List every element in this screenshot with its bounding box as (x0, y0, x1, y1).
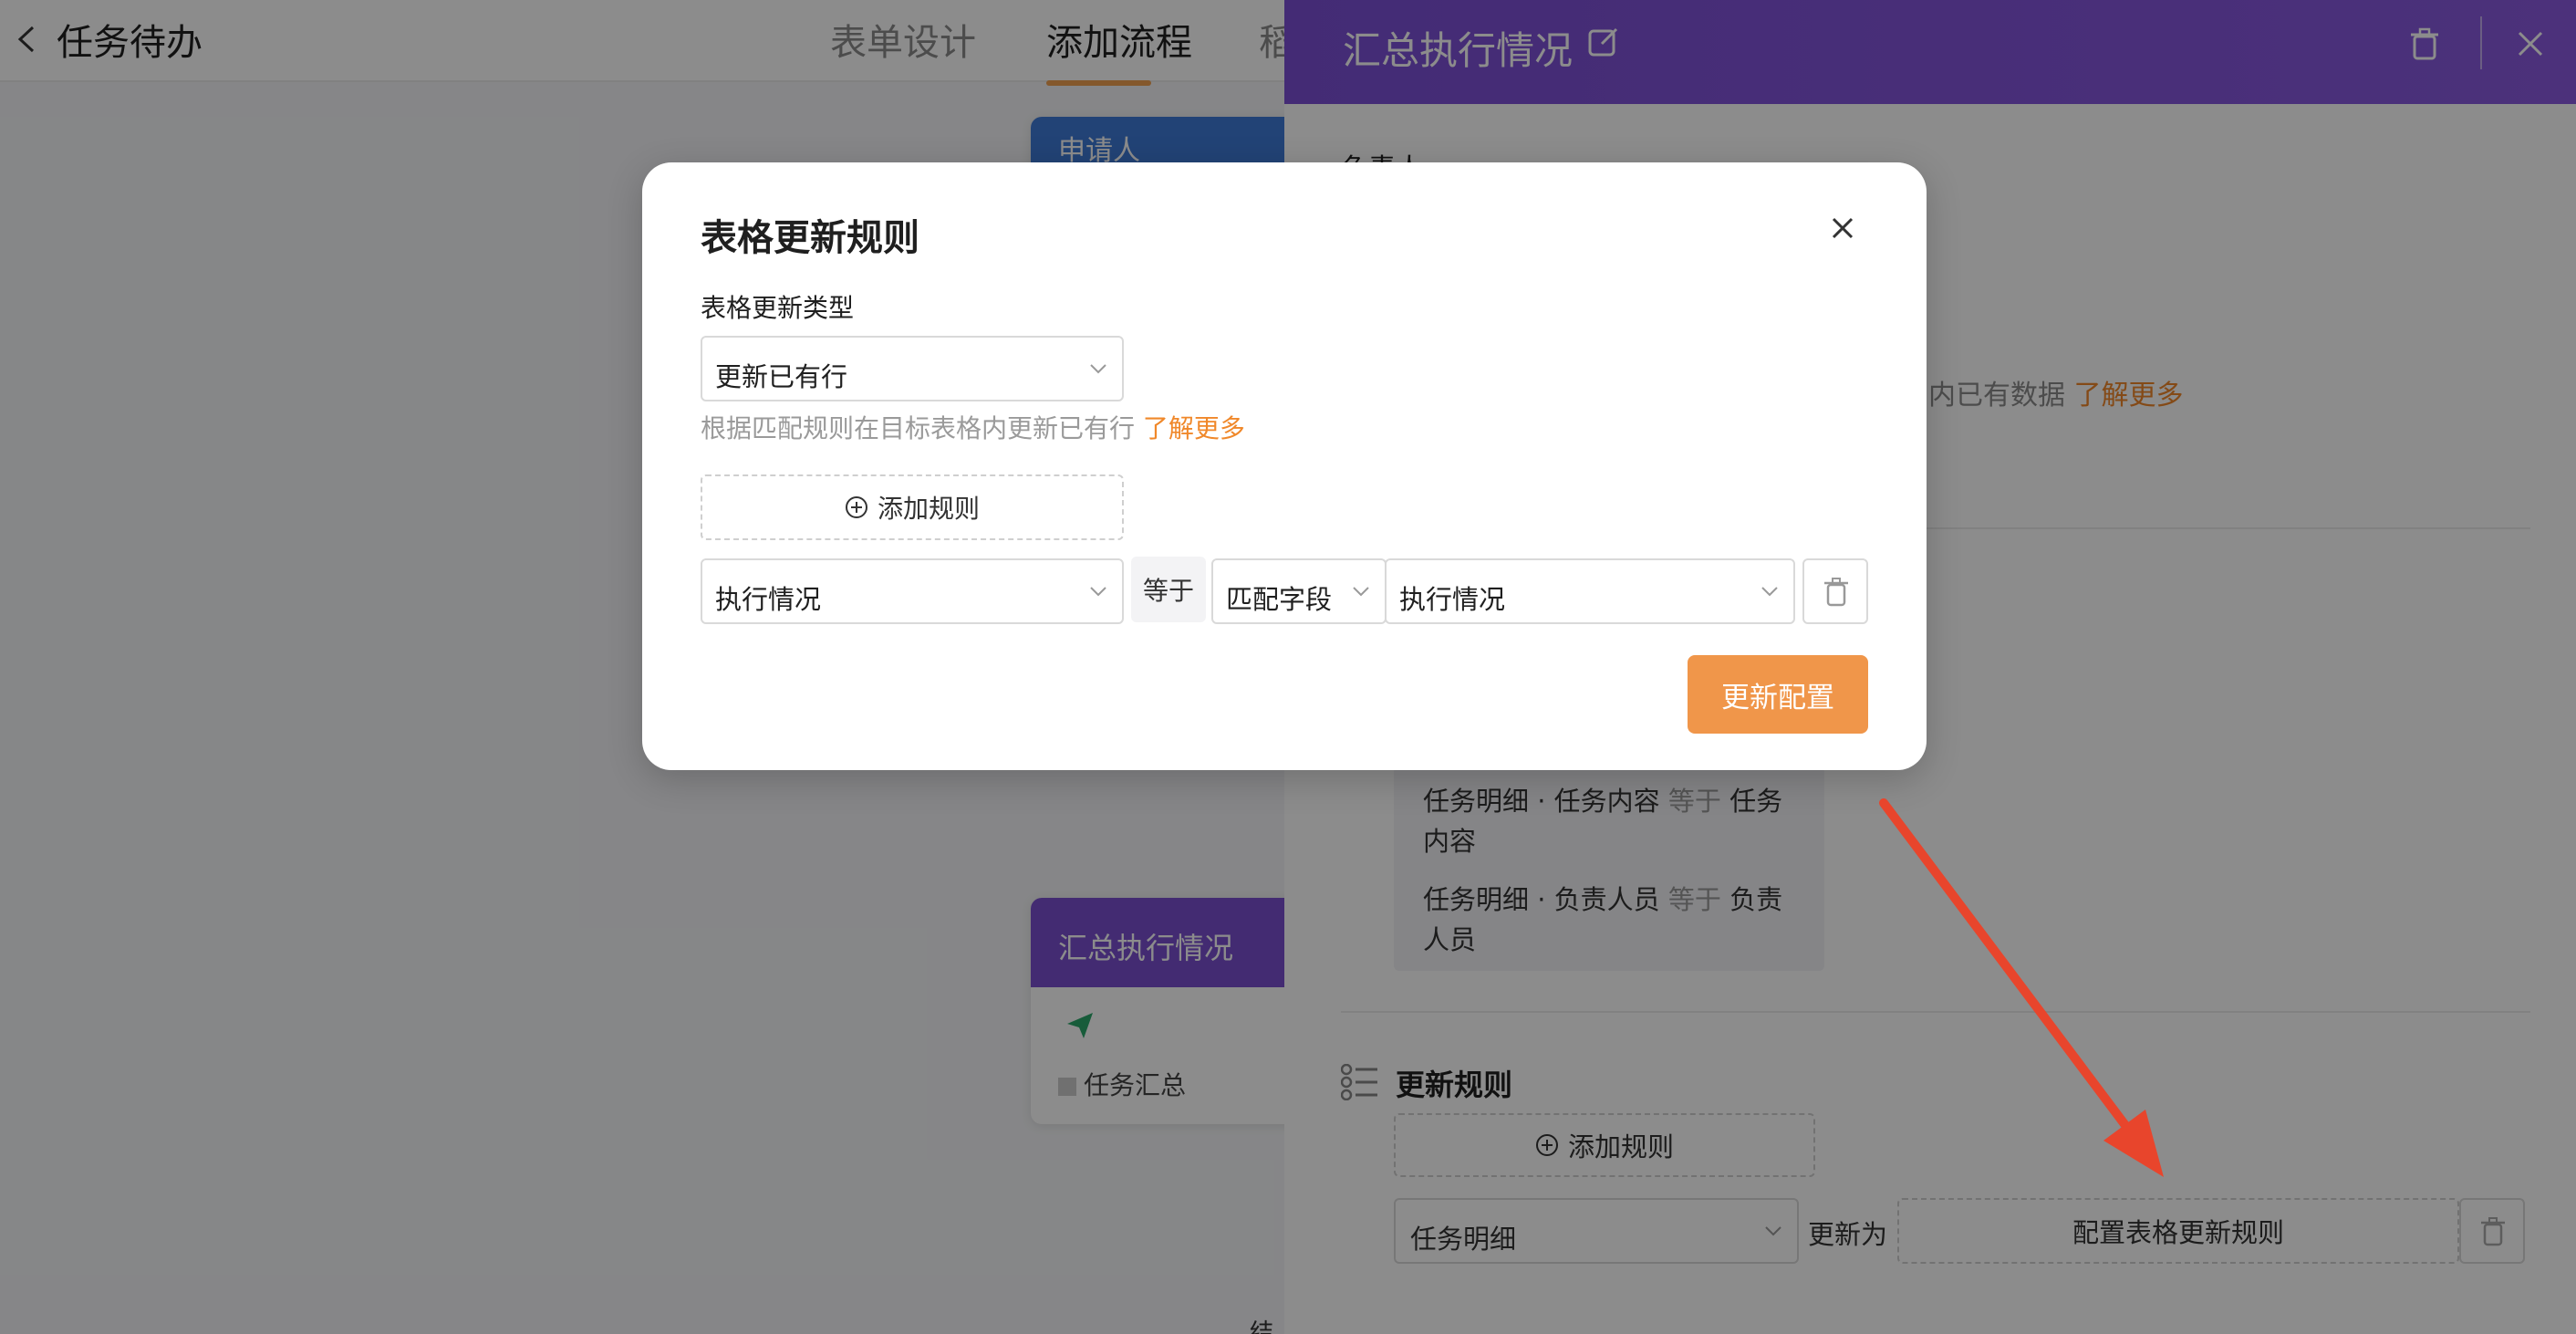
delete-rule-button[interactable] (1802, 558, 1868, 624)
rule-left-field-select[interactable]: 执行情况 (701, 558, 1124, 624)
update-type-select[interactable]: 更新已有行 (701, 336, 1124, 401)
chevron-down-icon (1090, 364, 1106, 374)
learn-more-link[interactable]: 了解更多 (1143, 413, 1245, 443)
rule-right-field-select[interactable]: 执行情况 (1385, 558, 1795, 624)
chevron-down-icon (1761, 587, 1778, 597)
rule-operator: 等于 (1131, 557, 1206, 622)
update-type-label: 表格更新类型 (701, 293, 855, 323)
trash-icon (1824, 578, 1848, 607)
plus-circle-icon (845, 496, 867, 518)
close-icon[interactable] (1826, 212, 1859, 245)
chevron-down-icon (1090, 587, 1106, 597)
update-config-button[interactable]: 更新配置 (1688, 655, 1868, 734)
chevron-down-icon (1353, 587, 1369, 597)
update-type-help: 根据匹配规则在目标表格内更新已有行 了解更多 (701, 413, 1245, 443)
modal-title: 表格更新规则 (701, 217, 919, 259)
match-type-select[interactable]: 匹配字段 (1211, 558, 1387, 624)
add-rule-button[interactable]: 添加规则 (701, 474, 1124, 540)
table-update-rules-modal: 表格更新规则 表格更新类型 更新已有行 根据匹配规则在目标表格内更新已有行 了解… (642, 162, 1927, 770)
